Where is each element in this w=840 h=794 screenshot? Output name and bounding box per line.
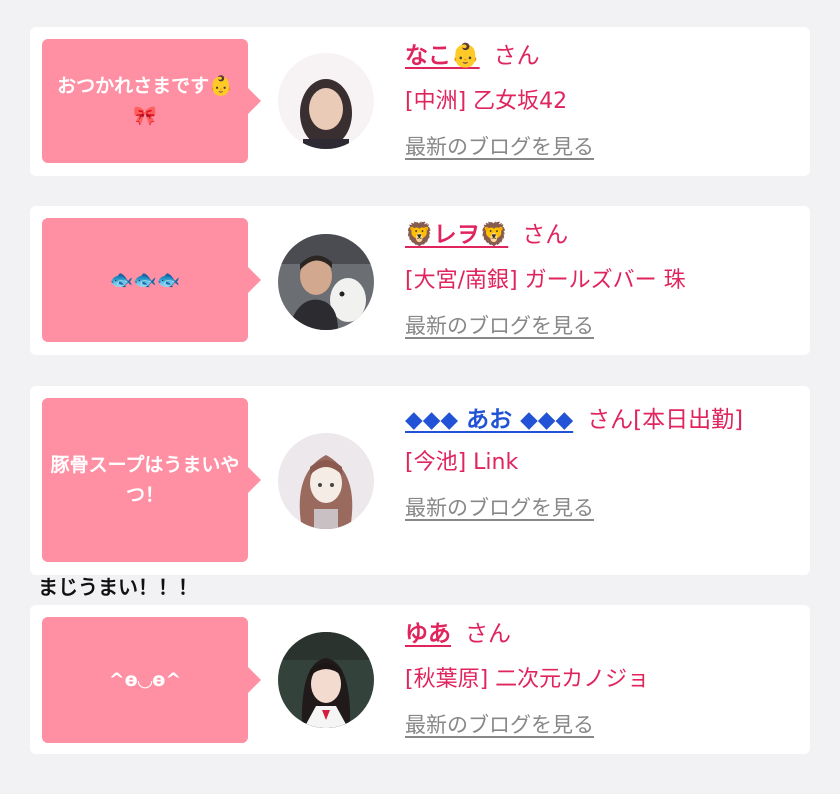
- message-text: おつかれさまです👶🎀: [57, 75, 233, 127]
- member-name-link[interactable]: なこ👶: [405, 43, 480, 69]
- shop-label: [今池] Link: [405, 450, 519, 475]
- honorific: さん[本日出勤]: [587, 407, 744, 433]
- shop-label: [大宮/南銀] ガールズバー 珠: [405, 268, 686, 293]
- honorific: さん: [522, 222, 569, 248]
- message-text: 豚骨スープはうまいやつ！: [50, 454, 240, 506]
- message-bubble: 🐟🐟🐟: [42, 218, 261, 342]
- member-info: ゆあ さん [秋葉原] 二次元カノジョ 最新のブログを見る: [405, 619, 800, 739]
- name-line: ゆあ さん: [405, 619, 800, 649]
- blog-link[interactable]: 最新のブログを見る: [405, 131, 800, 161]
- name-line: なこ👶 さん: [405, 41, 800, 71]
- honorific: さん: [465, 621, 511, 647]
- person-photo-icon: [278, 632, 374, 728]
- avatar[interactable]: [278, 234, 374, 330]
- message-bubble: ^ө◡ө^: [42, 617, 261, 743]
- message-card: おつかれさまです👶🎀 なこ👶 さん [中洲] 乙女坂42 最新のブログを見る: [30, 27, 810, 176]
- name-line: ◆◆◆ あお ◆◆◆ さん[本日出勤]: [405, 400, 800, 440]
- shop-label: [中洲] 乙女坂42: [405, 89, 568, 114]
- message-bubble: 豚骨スープはうまいやつ！: [42, 398, 261, 562]
- member-name-link[interactable]: 🦁レヲ🦁: [405, 222, 508, 248]
- member-info: 🦁レヲ🦁 さん [大宮/南銀] ガールズバー 珠 最新のブログを見る: [405, 220, 800, 340]
- shop-label: [秋葉原] 二次元カノジョ: [405, 667, 650, 692]
- member-name-link[interactable]: ◆◆◆ あお ◆◆◆: [405, 407, 573, 433]
- message-card: ^ө◡ө^ ゆあ さん [秋葉原] 二次元カノジョ 最新のブログを見る: [30, 605, 810, 754]
- person-photo-icon: [278, 53, 374, 149]
- avatar[interactable]: [278, 53, 374, 149]
- member-info: なこ👶 さん [中洲] 乙女坂42 最新のブログを見る: [405, 41, 800, 161]
- message-text: ^ө◡ө^: [108, 669, 182, 691]
- message-card: 🐟🐟🐟 🦁レヲ🦁 さん [大宮/南銀] ガールズバー 珠 最新のブログを見る: [30, 206, 810, 355]
- illustration-avatar-icon: [278, 433, 374, 529]
- message-card: 豚骨スープはうまいやつ！ ◆◆◆ あお ◆◆◆ さん[本日出勤] [今池] Lin…: [30, 386, 810, 575]
- member-name-link[interactable]: ゆあ: [405, 621, 451, 647]
- blog-link[interactable]: 最新のブログを見る: [405, 492, 800, 522]
- blog-link[interactable]: 最新のブログを見る: [405, 310, 800, 340]
- avatar[interactable]: [278, 632, 374, 728]
- message-bubble: おつかれさまです👶🎀: [42, 39, 261, 163]
- note-text: まじうまい！！！: [38, 575, 198, 599]
- person-photo-icon: [278, 234, 374, 330]
- name-line: 🦁レヲ🦁 さん: [405, 220, 800, 250]
- blog-link[interactable]: 最新のブログを見る: [405, 709, 800, 739]
- avatar[interactable]: [278, 433, 374, 529]
- member-info: ◆◆◆ あお ◆◆◆ さん[本日出勤] [今池] Link 最新のブログを見る: [405, 400, 800, 522]
- message-text: 🐟🐟🐟: [109, 269, 181, 291]
- honorific: さん: [493, 43, 540, 69]
